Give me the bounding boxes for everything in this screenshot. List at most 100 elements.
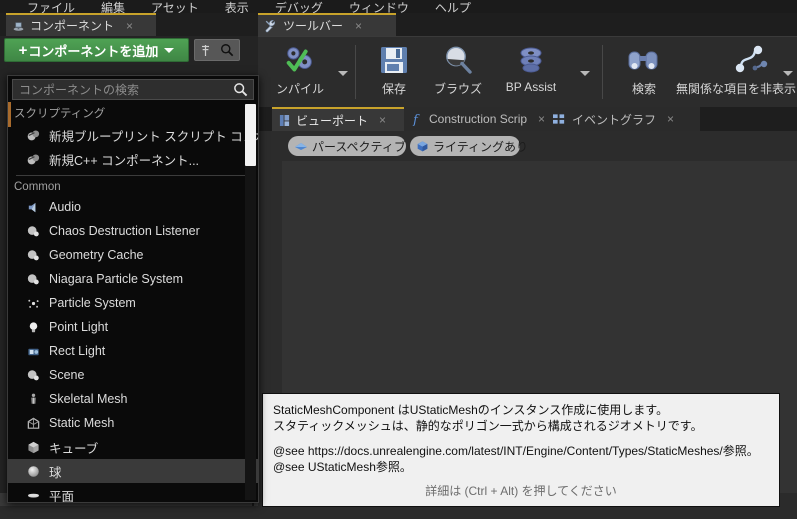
components-panel: コンポーネント × + コンポーネントを追加 コンポーネントの検索 スクリプティ… — [0, 13, 259, 506]
sphere-gray-icon — [25, 367, 42, 384]
save-button[interactable]: 保存 — [366, 41, 422, 97]
toolbar-separator — [355, 45, 356, 99]
add-component-dropdown[interactable]: コンポーネントの検索 スクリプティング 新規ブループリント スクリプト 新規C+… — [7, 75, 259, 503]
filter-search-box[interactable] — [194, 39, 240, 61]
component-search-input[interactable]: コンポーネントの検索 — [12, 79, 254, 100]
save-icon — [378, 41, 410, 79]
hide-unrelated-button[interactable]: 無関係な項目を非表示にする — [676, 41, 797, 97]
menu-bar: ファイル 編集 アセット 表示 デバッグ ウィンドウ ヘルプ — [0, 0, 797, 13]
add-component-button[interactable]: + コンポーネントを追加 — [4, 38, 189, 62]
list-item[interactable]: 新規C++ コンポーネント... — [8, 147, 258, 171]
close-icon[interactable]: × — [379, 113, 386, 127]
browse-icon — [441, 41, 475, 79]
menu-item-window[interactable]: ウィンドウ — [336, 2, 422, 13]
active-group-accent — [8, 102, 11, 127]
list-item[interactable]: Chaos Destruction Listener — [8, 219, 258, 243]
list-item-label: Skeletal Mesh — [49, 392, 128, 406]
find-button[interactable]: 検索 — [613, 41, 675, 97]
dropdown-scrollbar[interactable] — [245, 104, 256, 500]
tab-viewport[interactable]: ビューポート × — [272, 107, 404, 131]
filter-icon — [200, 44, 211, 57]
tab-construction-script[interactable]: f Construction Scrip × — [404, 107, 546, 131]
list-item[interactable]: Audio — [8, 195, 258, 219]
menu-item-debug[interactable]: デバッグ — [262, 2, 336, 13]
blueprint-toolbar: ンパイル 保存 ブラウズ BP Assist 検索 無関係な項目を非表示 — [258, 36, 797, 108]
list-item-label: Geometry Cache — [49, 248, 144, 262]
close-icon[interactable]: × — [355, 20, 362, 32]
list-item-sphere[interactable]: 球 — [8, 459, 258, 483]
save-label: 保存 — [381, 82, 406, 96]
list-item-label: Chaos Destruction Listener — [49, 224, 200, 238]
list-item[interactable]: Geometry Cache — [8, 243, 258, 267]
list-item-label: 新規C++ コンポーネント... — [49, 153, 200, 168]
component-list[interactable]: スクリプティング 新規ブループリント スクリプト コンポー… — [8, 102, 258, 503]
find-label: 検索 — [631, 82, 656, 96]
dropdown-scrollbar-thumb[interactable] — [245, 104, 256, 166]
tab-components[interactable]: コンポーネント × — [6, 13, 156, 36]
chevron-down-icon[interactable] — [338, 71, 348, 76]
list-item[interactable]: Scene — [8, 363, 258, 387]
list-item[interactable]: 平面 — [8, 483, 258, 503]
skeletal-mesh-icon — [25, 391, 42, 408]
list-item-label: 球 — [49, 465, 62, 480]
menu-item-file[interactable]: ファイル — [14, 2, 88, 13]
tooltip-spacer — [273, 434, 769, 443]
perspective-label: パースペクティブ — [312, 139, 406, 154]
chevron-down-icon — [164, 47, 175, 53]
list-item[interactable]: Static Mesh — [8, 411, 258, 435]
list-item-label: Point Light — [49, 320, 109, 334]
list-item[interactable]: Point Light — [8, 315, 258, 339]
close-icon[interactable]: × — [126, 20, 133, 32]
menu-item-view[interactable]: 表示 — [212, 2, 262, 13]
perspective-button[interactable]: パースペクティブ — [288, 136, 406, 156]
tab-event-graph-label: イベントグラフ — [572, 112, 657, 127]
list-item[interactable]: キューブ — [8, 435, 258, 459]
sphere-icon — [25, 463, 42, 480]
viewport-icon — [279, 114, 290, 127]
list-item[interactable]: 新規ブループリント スクリプト コンポー… — [8, 123, 258, 147]
menu-item-edit[interactable]: 編集 — [88, 2, 138, 13]
tab-toolbar[interactable]: ツールバー × — [258, 13, 396, 36]
plane-icon — [25, 487, 42, 503]
lit-label: ライティングあり — [433, 139, 529, 154]
compile-button[interactable]: ンパイル — [260, 41, 340, 97]
component-tooltip: StaticMeshComponent はUStaticMeshのインスタンス作… — [262, 393, 780, 507]
sphere-gray-icon — [25, 271, 42, 288]
chevron-down-icon[interactable] — [783, 71, 793, 76]
viewport-tabstrip: ビューポート × f Construction Scrip × イベントグラフ … — [258, 107, 797, 131]
bp-assist-button[interactable]: BP Assist — [494, 41, 568, 94]
list-item[interactable]: Niagara Particle System — [8, 267, 258, 291]
list-item[interactable]: Rect Light — [8, 339, 258, 363]
menu-item-asset[interactable]: アセット — [138, 2, 212, 13]
compile-icon — [281, 41, 319, 79]
search-icon — [220, 43, 234, 57]
list-item-label: Static Mesh — [49, 416, 115, 430]
close-icon[interactable]: × — [667, 112, 674, 126]
browse-label: ブラウズ — [433, 82, 482, 96]
tab-construction-script-label: Construction Scrip — [429, 112, 528, 126]
function-icon: f — [411, 112, 423, 126]
sphere-gray-icon — [25, 247, 42, 264]
list-item-label: Audio — [49, 200, 81, 214]
perspective-icon — [294, 140, 308, 152]
list-item[interactable]: Skeletal Mesh — [8, 387, 258, 411]
tab-toolbar-label: ツールバー — [283, 19, 344, 33]
cube-icon — [25, 439, 42, 456]
browse-button[interactable]: ブラウズ — [425, 41, 491, 97]
toolbar-tabstrip: ツールバー × — [258, 13, 797, 36]
tooltip-line-1: StaticMeshComponent はUStaticMeshのインスタンス作… — [273, 403, 669, 417]
point-light-icon — [25, 319, 42, 336]
menu-item-help[interactable]: ヘルプ — [422, 2, 484, 13]
toolbar-separator — [602, 45, 603, 99]
close-icon[interactable]: × — [538, 112, 545, 126]
lit-button[interactable]: ライティングあり — [410, 136, 528, 156]
tab-event-graph[interactable]: イベントグラフ × — [546, 107, 700, 131]
list-item-label: 平面 — [49, 489, 75, 503]
component-search-placeholder: コンポーネントの検索 — [19, 83, 140, 97]
chevron-down-icon[interactable] — [580, 71, 590, 76]
tooltip-hint: 詳細は (Ctrl + Alt) を押してください — [425, 484, 617, 498]
plus-icon: + — [18, 41, 28, 59]
list-item[interactable]: Particle System — [8, 291, 258, 315]
hide-unrelated-label: 無関係な項目を非表示にする — [675, 82, 797, 96]
components-icon — [12, 19, 25, 32]
